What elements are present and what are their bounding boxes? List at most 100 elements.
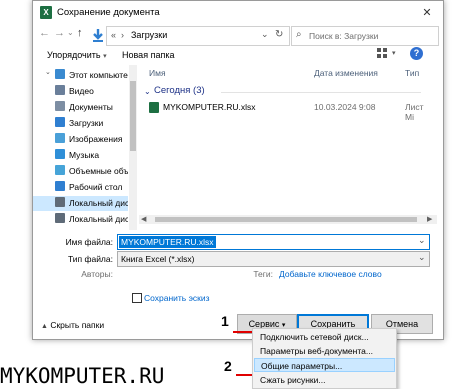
path-overflow[interactable]: « [111, 30, 116, 40]
filename-dropdown-icon[interactable]: ⌄ [418, 235, 426, 246]
search-placeholder: Поиск в: Загрузки [309, 31, 379, 41]
close-icon[interactable]: ✕ [419, 5, 435, 21]
up-arrow-icon[interactable]: ↑ [77, 27, 83, 39]
filetype-dropdown-icon[interactable]: ⌄ [418, 252, 426, 263]
sidebar-item-label: Загрузки [69, 118, 104, 128]
sidebar-item[interactable]: Видео [33, 84, 128, 99]
view-dropdown-icon[interactable]: ▾ [392, 49, 396, 57]
group-header[interactable]: Сегодня (3) [154, 85, 205, 96]
excel-app-icon: X [40, 6, 52, 19]
sidebar-item-label: Локальный дис [69, 214, 128, 224]
column-type[interactable]: Тип [405, 68, 419, 78]
column-date[interactable]: Дата изменения [314, 68, 378, 78]
history-chevron-icon[interactable]: ⌄ [67, 28, 74, 37]
scroll-right-icon[interactable]: ▶ [427, 215, 432, 223]
callout-number-1: 1 [221, 313, 229, 329]
file-type: Лист Mi [405, 102, 424, 122]
file-name: MYKOMPUTER.RU.xlsx [163, 102, 256, 112]
filetype-label: Тип файла: [67, 254, 113, 264]
filename-value: MYKOMPUTER.RU.xlsx [119, 236, 216, 248]
sidebar-item[interactable]: Рабочий стол [33, 180, 128, 195]
save-dialog: X Сохранение документа ✕ ← → ⌄ ↑ « › Заг… [32, 0, 444, 340]
authors-label: Авторы: [81, 269, 113, 279]
nav-arrows: ← → ⌄ ↑ [37, 27, 91, 45]
tags-label: Теги: [253, 269, 273, 279]
address-bar[interactable]: « › Загрузки ⌄ ↻ [106, 26, 290, 46]
sidebar-item-label: Изображения [69, 134, 123, 144]
menu-item-map-drive[interactable]: Подключить сетевой диск... [254, 330, 395, 344]
callout-number-2: 2 [224, 358, 232, 374]
drive-icon [55, 197, 65, 207]
filename-label: Имя файла: [65, 237, 113, 247]
sidebar-item-label: Документы [69, 102, 113, 112]
path-current[interactable]: Загрузки [131, 30, 167, 40]
filename-input[interactable]: MYKOMPUTER.RU.xlsx ⌄ [117, 234, 430, 250]
window-title: Сохранение документа [57, 7, 160, 18]
organize-dropdown-icon: ▾ [103, 53, 107, 60]
column-name[interactable]: Имя [149, 68, 166, 78]
new-folder-button[interactable]: Новая папка [122, 50, 174, 60]
collapse-up-icon: ▲ [41, 323, 48, 330]
downloads-icon [55, 117, 65, 127]
title-bar: X Сохранение документа ✕ [33, 1, 443, 25]
forward-arrow-icon[interactable]: → [54, 27, 65, 39]
service-menu: Подключить сетевой диск... Параметры веб… [252, 328, 397, 389]
sidebar-item[interactable]: Музыка [33, 148, 128, 163]
thumbnail-label[interactable]: Сохранить эскиз [144, 293, 210, 303]
sidebar-item[interactable]: Изображения [33, 132, 128, 147]
music-icon [55, 149, 65, 159]
file-scroll-thumb[interactable] [155, 217, 417, 222]
menu-item-general-options[interactable]: Общие параметры... [254, 358, 395, 372]
help-icon[interactable]: ? [410, 47, 423, 60]
view-options-icon[interactable] [376, 47, 390, 59]
back-arrow-icon[interactable]: ← [39, 27, 50, 39]
sidebar-item[interactable]: Документы [33, 100, 128, 115]
filetype-select[interactable]: Книга Excel (*.xlsx) ⌄ [117, 251, 430, 267]
hide-folders-toggle[interactable]: ▲ Скрыть папки [41, 320, 104, 330]
file-date: 10.03.2024 9:08 [314, 102, 376, 112]
sidebar-item[interactable]: Локальный дис [33, 196, 128, 211]
scroll-left-icon[interactable]: ◀ [141, 215, 146, 223]
sidebar-item[interactable]: Загрузки [33, 116, 128, 131]
sidebar-item-label: Объемные объ [69, 166, 128, 176]
search-box[interactable]: ⌕ Поиск в: Загрузки [291, 26, 439, 46]
group-collapse-icon[interactable]: ⌄ [144, 87, 151, 96]
sidebar-item[interactable]: Объемные объ [33, 164, 128, 179]
file-list: Имя Дата изменения Тип ⌄ Сегодня (3) MYK… [139, 65, 428, 220]
sidebar-item[interactable]: Локальный дис [33, 212, 128, 227]
menu-item-web-options[interactable]: Параметры веб-документа... [254, 344, 395, 358]
file-h-scrollbar[interactable]: ◀ ▶ [139, 215, 437, 224]
refresh-icon[interactable]: ↻ [275, 29, 283, 40]
pictures-icon [55, 133, 65, 143]
organize-button[interactable]: Упорядочить ▾ [47, 50, 107, 60]
sidebar-item-label: Локальный дис [69, 198, 128, 208]
hide-folders-label: Скрыть папки [50, 320, 105, 330]
sidebar-item-label: Этот компьютер [69, 70, 128, 80]
sidebar-item-label: Видео [69, 86, 94, 96]
excel-file-icon [149, 102, 159, 113]
nav-scrollbar[interactable] [129, 65, 137, 230]
thumbnail-checkbox[interactable] [132, 293, 142, 303]
3d-objects-icon [55, 165, 65, 175]
expand-chevron-icon[interactable]: ⌄ [45, 68, 51, 76]
tags-add-link[interactable]: Добавьте ключевое слово [279, 269, 382, 279]
sidebar-item-label: Рабочий стол [69, 182, 123, 192]
address-dropdown-icon[interactable]: ⌄ [261, 29, 269, 40]
organize-label: Упорядочить [47, 50, 101, 60]
sidebar-item-label: Музыка [69, 150, 100, 160]
watermark-text: MYKOMPUTER.RU [0, 364, 165, 388]
file-row[interactable]: MYKOMPUTER.RU.xlsx 10.03.2024 9:08 Лист … [149, 101, 428, 122]
path-separator: › [121, 30, 124, 40]
drive-icon [55, 213, 65, 223]
video-icon [55, 85, 65, 95]
menu-item-compress-pictures[interactable]: Сжать рисунки... [254, 373, 395, 387]
computer-icon [55, 69, 65, 79]
filetype-value: Книга Excel (*.xlsx) [121, 254, 195, 264]
desktop-icon [55, 181, 65, 191]
navigation-pane: Этот компьютер Видео Документы Загрузки Изоб… [33, 65, 128, 230]
downloads-location-icon [93, 28, 103, 42]
documents-icon [55, 101, 65, 111]
nav-scroll-thumb[interactable] [130, 81, 136, 151]
group-divider [221, 92, 421, 93]
search-icon: ⌕ [296, 29, 302, 40]
